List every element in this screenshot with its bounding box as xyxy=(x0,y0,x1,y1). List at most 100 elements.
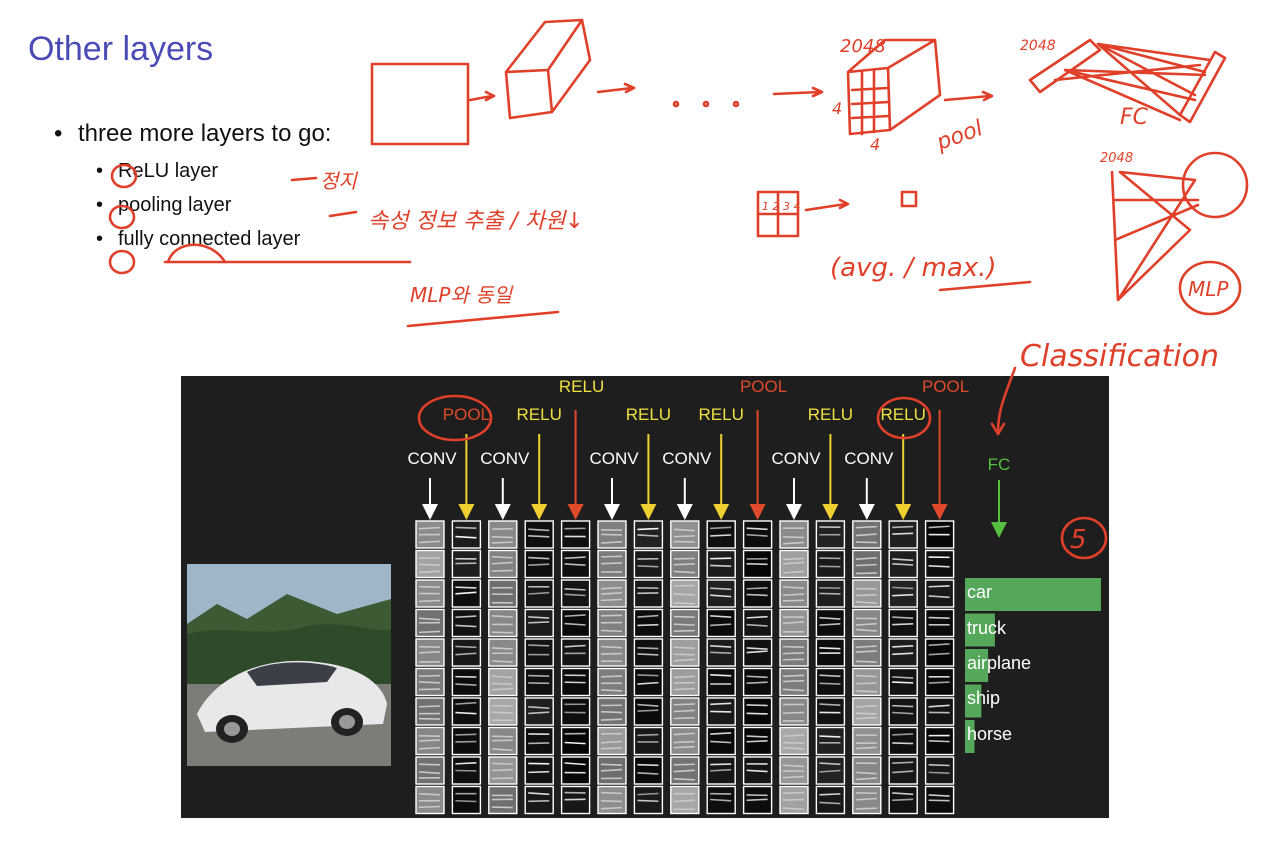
feature-stroke xyxy=(673,540,695,543)
feature-stroke xyxy=(855,593,877,597)
feature-stroke xyxy=(418,681,441,684)
feature-stroke xyxy=(637,527,659,531)
pool-label: POOL xyxy=(922,377,969,396)
feature-map xyxy=(560,726,591,756)
feature-stroke xyxy=(855,807,877,810)
feature-stroke xyxy=(855,712,877,715)
conv-label: CONV xyxy=(407,449,457,468)
feature-map xyxy=(815,785,846,815)
feature-map xyxy=(924,549,955,579)
feature-stroke xyxy=(418,763,441,766)
feature-stroke xyxy=(600,562,623,565)
conv-label: CONV xyxy=(480,449,530,468)
feature-stroke xyxy=(746,593,768,597)
bullet-main-text: three more layers to go: xyxy=(78,120,332,147)
feature-stroke xyxy=(600,675,623,678)
feature-stroke xyxy=(782,599,805,602)
feature-stroke xyxy=(782,798,805,801)
feature-stroke xyxy=(564,741,586,745)
feature-stroke xyxy=(782,741,805,744)
feature-stroke xyxy=(418,563,441,566)
conv-label: CONV xyxy=(844,449,894,468)
sketch-input-volume xyxy=(370,62,470,146)
feature-stroke xyxy=(782,711,805,714)
feature-stroke xyxy=(418,805,441,809)
feature-stroke xyxy=(637,763,659,767)
feature-stroke xyxy=(418,739,441,742)
feature-stroke xyxy=(710,564,732,568)
relu-label: POOL xyxy=(443,405,490,424)
feature-stroke xyxy=(892,798,914,802)
feature-stroke xyxy=(637,647,659,650)
feature-map xyxy=(815,726,846,756)
feature-stroke xyxy=(418,630,441,634)
feature-stroke xyxy=(637,653,659,656)
feature-stroke xyxy=(600,598,623,602)
feature-map xyxy=(742,608,773,638)
feature-stroke xyxy=(600,799,623,803)
feature-stroke xyxy=(418,674,441,677)
feature-stroke xyxy=(819,793,841,796)
relu-label: RELU xyxy=(626,405,671,424)
feature-map xyxy=(924,608,955,638)
conv-label: CONV xyxy=(771,449,821,468)
feature-map xyxy=(706,608,736,638)
feature-stroke xyxy=(928,681,950,684)
feature-stroke xyxy=(855,525,877,529)
feature-map xyxy=(742,579,773,608)
layer-labels: CONV POOL CONV RELU RELU CONV RELU CONV RELU POOL… xyxy=(407,377,1010,474)
feature-map xyxy=(924,579,955,608)
feature-stroke xyxy=(491,735,513,738)
input-car-photo xyxy=(187,564,391,766)
feature-stroke xyxy=(600,533,623,536)
feature-map xyxy=(560,756,591,785)
activation-column xyxy=(415,520,445,815)
slide-title: Other layers xyxy=(28,30,214,68)
feature-stroke xyxy=(637,674,659,677)
feature-stroke xyxy=(673,584,695,587)
note-four-a: 4 xyxy=(832,99,842,118)
feature-stroke xyxy=(491,631,513,634)
feature-stroke xyxy=(746,740,768,743)
conv-label: CONV xyxy=(662,449,712,468)
feature-stroke xyxy=(819,646,841,650)
feature-map xyxy=(924,638,955,667)
feature-stroke xyxy=(746,527,768,531)
sub-bullet-fc: fully connected layer xyxy=(96,222,331,256)
feature-map xyxy=(633,638,664,667)
relu-label: RELU xyxy=(517,405,562,424)
bullet-list: three more layers to go: ReLU layer pool… xyxy=(54,120,332,256)
feature-map xyxy=(633,756,664,785)
activation-column xyxy=(706,520,736,815)
feature-stroke xyxy=(819,735,841,738)
layer-arrows xyxy=(422,410,1007,538)
feature-stroke xyxy=(455,761,477,765)
feature-stroke xyxy=(855,563,877,567)
feature-map xyxy=(633,726,664,756)
feature-map xyxy=(524,667,554,697)
feature-map xyxy=(451,667,482,697)
feature-map xyxy=(451,520,482,549)
feature-stroke xyxy=(491,682,513,686)
feature-stroke xyxy=(746,675,768,679)
activation-column xyxy=(852,520,882,815)
conv-label: CONV xyxy=(589,449,639,468)
class-label-truck: truck xyxy=(967,618,1007,638)
feature-stroke xyxy=(491,762,513,765)
feature-map xyxy=(815,667,846,697)
feature-stroke xyxy=(892,704,914,708)
feature-stroke xyxy=(673,740,695,744)
feature-stroke xyxy=(455,624,477,628)
feature-map xyxy=(706,667,736,697)
feature-map xyxy=(924,697,955,726)
feature-stroke xyxy=(673,535,695,538)
feature-stroke xyxy=(455,733,477,736)
feature-map xyxy=(415,756,445,785)
feature-stroke xyxy=(455,645,477,649)
feature-map xyxy=(742,697,773,726)
feature-stroke xyxy=(782,536,805,539)
activation-column xyxy=(815,520,846,815)
feature-map xyxy=(888,697,918,726)
feature-map xyxy=(852,726,882,756)
feature-map xyxy=(560,520,591,549)
